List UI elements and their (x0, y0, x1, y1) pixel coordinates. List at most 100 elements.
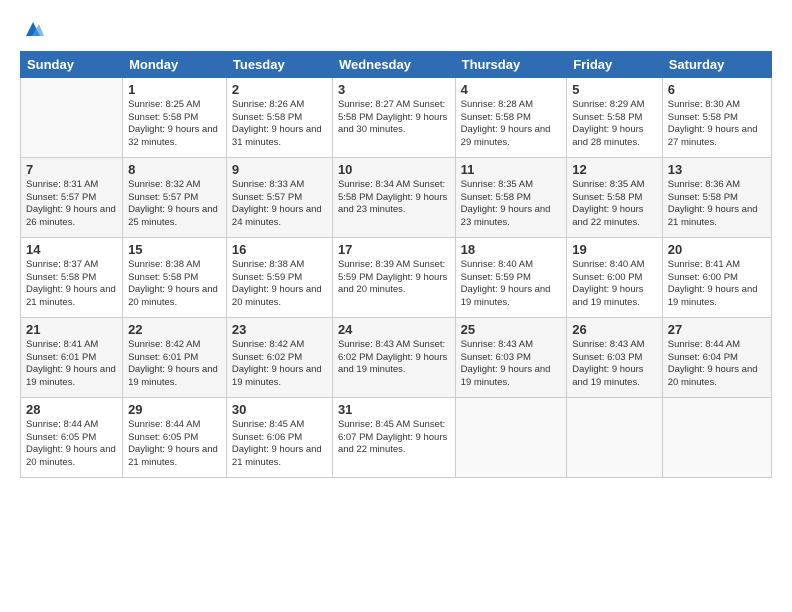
day-info: Sunrise: 8:36 AM Sunset: 5:58 PM Dayligh… (668, 179, 766, 230)
day-info: Sunrise: 8:25 AM Sunset: 5:58 PM Dayligh… (128, 99, 221, 150)
calendar-cell: 26Sunrise: 8:43 AM Sunset: 6:03 PM Dayli… (567, 317, 663, 397)
calendar-cell: 20 Sunrise: 8:41 AM Sunset: 6:00 PM Dayli… (662, 237, 771, 317)
day-info: Sunrise: 8:40 AM Sunset: 5:59 PM Dayligh… (461, 259, 562, 310)
header-day: Friday (567, 51, 663, 77)
day-number: 23 (232, 322, 327, 337)
day-number: 15 (128, 242, 221, 257)
day-info: Sunrise: 8:44 AM Sunset: 6:05 PM Dayligh… (128, 419, 221, 470)
calendar-cell: 24 Sunrise: 8:43 AM Sunset: 6:02 PM Dayli… (332, 317, 455, 397)
calendar-cell: 11 Sunrise: 8:35 AM Sunset: 5:58 PM Dayli… (455, 157, 567, 237)
day-number: 14 (26, 242, 117, 257)
calendar-cell: 19 Sunrise: 8:40 AM Sunset: 6:00 PM Dayli… (567, 237, 663, 317)
logo (20, 22, 44, 45)
day-number: 11 (461, 162, 562, 177)
day-info: Sunrise: 8:43 AM Sunset: 6:03 PM Dayligh… (461, 339, 562, 390)
calendar-cell: 30Sunrise: 8:45 AM Sunset: 6:06 PM Dayli… (226, 397, 332, 477)
calendar-week: 14 Sunrise: 8:37 AM Sunset: 5:58 PM Dayli… (21, 237, 772, 317)
calendar-cell: 9 Sunrise: 8:33 AM Sunset: 5:57 PM Daylig… (226, 157, 332, 237)
day-info: Sunrise: 8:26 AM Sunset: 5:58 PM Dayligh… (232, 99, 327, 150)
header-day: Wednesday (332, 51, 455, 77)
day-info: Sunrise: 8:41 AM Sunset: 6:00 PM Dayligh… (668, 259, 766, 310)
calendar-cell: 27 Sunrise: 8:44 AM Sunset: 6:04 PM Dayli… (662, 317, 771, 397)
day-info: Sunrise: 8:33 AM Sunset: 5:57 PM Dayligh… (232, 179, 327, 230)
calendar-table: SundayMondayTuesdayWednesdayThursdayFrid… (20, 51, 772, 478)
day-info: Sunrise: 8:44 AM Sunset: 6:05 PM Dayligh… (26, 419, 117, 470)
page: SundayMondayTuesdayWednesdayThursdayFrid… (0, 0, 792, 490)
logo-text (20, 22, 44, 45)
day-info: Sunrise: 8:40 AM Sunset: 6:00 PM Dayligh… (572, 259, 657, 310)
day-number: 9 (232, 162, 327, 177)
calendar-week: 28 Sunrise: 8:44 AM Sunset: 6:05 PM Dayli… (21, 397, 772, 477)
calendar-cell: 12Sunrise: 8:35 AM Sunset: 5:58 PM Dayli… (567, 157, 663, 237)
day-info: Sunrise: 8:38 AM Sunset: 5:59 PM Dayligh… (232, 259, 327, 310)
day-info: Sunrise: 8:38 AM Sunset: 5:58 PM Dayligh… (128, 259, 221, 310)
day-info: Sunrise: 8:37 AM Sunset: 5:58 PM Dayligh… (26, 259, 117, 310)
calendar-cell: 5Sunrise: 8:29 AM Sunset: 5:58 PM Daylig… (567, 77, 663, 157)
day-info: Sunrise: 8:28 AM Sunset: 5:58 PM Dayligh… (461, 99, 562, 150)
calendar-cell: 18Sunrise: 8:40 AM Sunset: 5:59 PM Dayli… (455, 237, 567, 317)
day-number: 17 (338, 242, 450, 257)
calendar-cell (567, 397, 663, 477)
day-number: 12 (572, 162, 657, 177)
calendar-week: 7Sunrise: 8:31 AM Sunset: 5:57 PM Daylig… (21, 157, 772, 237)
calendar-cell: 13 Sunrise: 8:36 AM Sunset: 5:58 PM Dayli… (662, 157, 771, 237)
header-day: Sunday (21, 51, 123, 77)
calendar-cell: 7Sunrise: 8:31 AM Sunset: 5:57 PM Daylig… (21, 157, 123, 237)
calendar-cell (21, 77, 123, 157)
day-number: 16 (232, 242, 327, 257)
day-info: Sunrise: 8:32 AM Sunset: 5:57 PM Dayligh… (128, 179, 221, 230)
day-info: Sunrise: 8:43 AM Sunset: 6:02 PM Dayligh… (338, 339, 450, 377)
day-info: Sunrise: 8:45 AM Sunset: 6:07 PM Dayligh… (338, 419, 450, 457)
day-number: 21 (26, 322, 117, 337)
calendar-cell: 23 Sunrise: 8:42 AM Sunset: 6:02 PM Dayli… (226, 317, 332, 397)
day-info: Sunrise: 8:35 AM Sunset: 5:58 PM Dayligh… (461, 179, 562, 230)
day-info: Sunrise: 8:39 AM Sunset: 5:59 PM Dayligh… (338, 259, 450, 297)
calendar-cell (455, 397, 567, 477)
day-info: Sunrise: 8:44 AM Sunset: 6:04 PM Dayligh… (668, 339, 766, 390)
day-info: Sunrise: 8:43 AM Sunset: 6:03 PM Dayligh… (572, 339, 657, 390)
day-number: 1 (128, 82, 221, 97)
calendar-cell: 4 Sunrise: 8:28 AM Sunset: 5:58 PM Daylig… (455, 77, 567, 157)
calendar-cell (662, 397, 771, 477)
calendar-cell: 1 Sunrise: 8:25 AM Sunset: 5:58 PM Daylig… (123, 77, 227, 157)
day-number: 31 (338, 402, 450, 417)
calendar-cell: 21 Sunrise: 8:41 AM Sunset: 6:01 PM Dayli… (21, 317, 123, 397)
day-number: 27 (668, 322, 766, 337)
day-info: Sunrise: 8:34 AM Sunset: 5:58 PM Dayligh… (338, 179, 450, 217)
day-info: Sunrise: 8:30 AM Sunset: 5:58 PM Dayligh… (668, 99, 766, 150)
day-info: Sunrise: 8:42 AM Sunset: 6:02 PM Dayligh… (232, 339, 327, 390)
logo-icon (22, 18, 44, 40)
calendar-cell: 16 Sunrise: 8:38 AM Sunset: 5:59 PM Dayli… (226, 237, 332, 317)
calendar-cell: 25 Sunrise: 8:43 AM Sunset: 6:03 PM Dayli… (455, 317, 567, 397)
day-info: Sunrise: 8:41 AM Sunset: 6:01 PM Dayligh… (26, 339, 117, 390)
header-day: Tuesday (226, 51, 332, 77)
day-number: 10 (338, 162, 450, 177)
header (20, 18, 772, 45)
day-info: Sunrise: 8:27 AM Sunset: 5:58 PM Dayligh… (338, 99, 450, 137)
header-day: Saturday (662, 51, 771, 77)
day-number: 25 (461, 322, 562, 337)
day-info: Sunrise: 8:42 AM Sunset: 6:01 PM Dayligh… (128, 339, 221, 390)
day-number: 30 (232, 402, 327, 417)
day-number: 19 (572, 242, 657, 257)
calendar-week: 21 Sunrise: 8:41 AM Sunset: 6:01 PM Dayli… (21, 317, 772, 397)
calendar-cell: 15 Sunrise: 8:38 AM Sunset: 5:58 PM Dayli… (123, 237, 227, 317)
day-number: 5 (572, 82, 657, 97)
calendar-cell: 31 Sunrise: 8:45 AM Sunset: 6:07 PM Dayli… (332, 397, 455, 477)
day-number: 7 (26, 162, 117, 177)
day-number: 22 (128, 322, 221, 337)
day-number: 4 (461, 82, 562, 97)
day-number: 24 (338, 322, 450, 337)
day-number: 3 (338, 82, 450, 97)
day-number: 28 (26, 402, 117, 417)
calendar-cell: 17 Sunrise: 8:39 AM Sunset: 5:59 PM Dayli… (332, 237, 455, 317)
calendar-cell: 22 Sunrise: 8:42 AM Sunset: 6:01 PM Dayli… (123, 317, 227, 397)
day-number: 2 (232, 82, 327, 97)
calendar-cell: 28 Sunrise: 8:44 AM Sunset: 6:05 PM Dayli… (21, 397, 123, 477)
day-number: 8 (128, 162, 221, 177)
header-day: Thursday (455, 51, 567, 77)
calendar-cell: 3 Sunrise: 8:27 AM Sunset: 5:58 PM Daylig… (332, 77, 455, 157)
calendar-cell: 14 Sunrise: 8:37 AM Sunset: 5:58 PM Dayli… (21, 237, 123, 317)
day-number: 20 (668, 242, 766, 257)
day-number: 13 (668, 162, 766, 177)
